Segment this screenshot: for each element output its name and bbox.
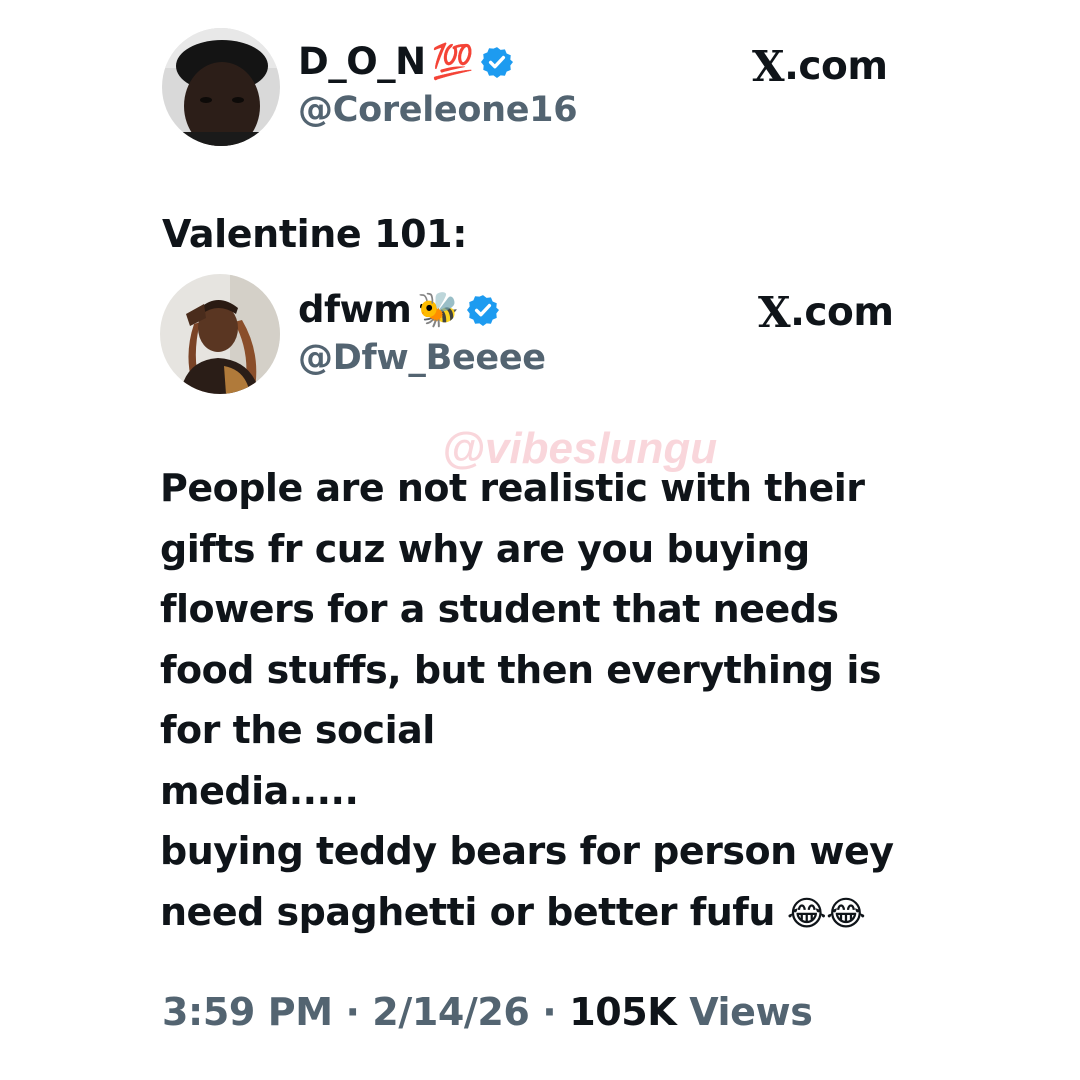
x-logo-icon: X .com: [752, 42, 888, 91]
quoted-author-name-row[interactable]: dfwm 🐝: [298, 288, 500, 331]
x-logo-icon: X .com: [758, 288, 894, 337]
tweet-text-line: food stuffs, but then everything is: [160, 647, 881, 692]
tweet-text-last-line: need spaghetti or better fufu 😂😂: [160, 882, 894, 945]
quoted-author-handle[interactable]: @Dfw_Beeee: [298, 338, 546, 378]
verified-badge-icon: [480, 45, 514, 79]
author-handle[interactable]: @Coreleone16: [298, 90, 578, 130]
views-label: Views: [689, 990, 813, 1034]
tweet-text-line: flowers for a student that needs: [160, 587, 839, 631]
author-display-name[interactable]: D_O_N: [298, 40, 426, 83]
tweet-text-line: media.....: [160, 768, 359, 813]
tweet-text-line: gifts fr cuz why are you buying: [160, 526, 810, 571]
tweet-text: People are not realistic with their gift…: [160, 458, 894, 944]
laughing-tears-icon: 😂😂: [786, 893, 866, 934]
x-logo-text: .com: [790, 290, 894, 335]
author-name-row[interactable]: D_O_N 💯: [298, 40, 514, 83]
tweet-meta: 3:59 PM · 2/14/26 · 105K Views: [162, 990, 813, 1034]
honeybee-icon: 🐝: [417, 289, 460, 330]
x-logo-glyph: X: [758, 288, 791, 337]
tweet-text-line: need spaghetti or better fufu: [160, 889, 775, 934]
tweet-timestamp[interactable]: 3:59 PM · 2/14/26 ·: [162, 990, 557, 1034]
tweet-text-intro: Valentine 101:: [162, 212, 467, 256]
verified-badge-icon: [466, 293, 500, 327]
x-logo-glyph: X: [752, 42, 785, 91]
views-count: 105K: [569, 990, 677, 1034]
avatar-coreleone16[interactable]: [162, 28, 280, 146]
avatar-dfw-beeee[interactable]: [160, 274, 280, 394]
hundred-points-icon: 💯: [431, 41, 474, 82]
x-logo-text: .com: [784, 44, 888, 89]
tweet-text-line: buying teddy bears for person wey: [160, 829, 894, 873]
tweet-text-line: for the social: [160, 708, 435, 752]
tweet-text-line: People are not realistic with their: [160, 466, 865, 510]
quoted-author-display-name[interactable]: dfwm: [298, 288, 412, 331]
